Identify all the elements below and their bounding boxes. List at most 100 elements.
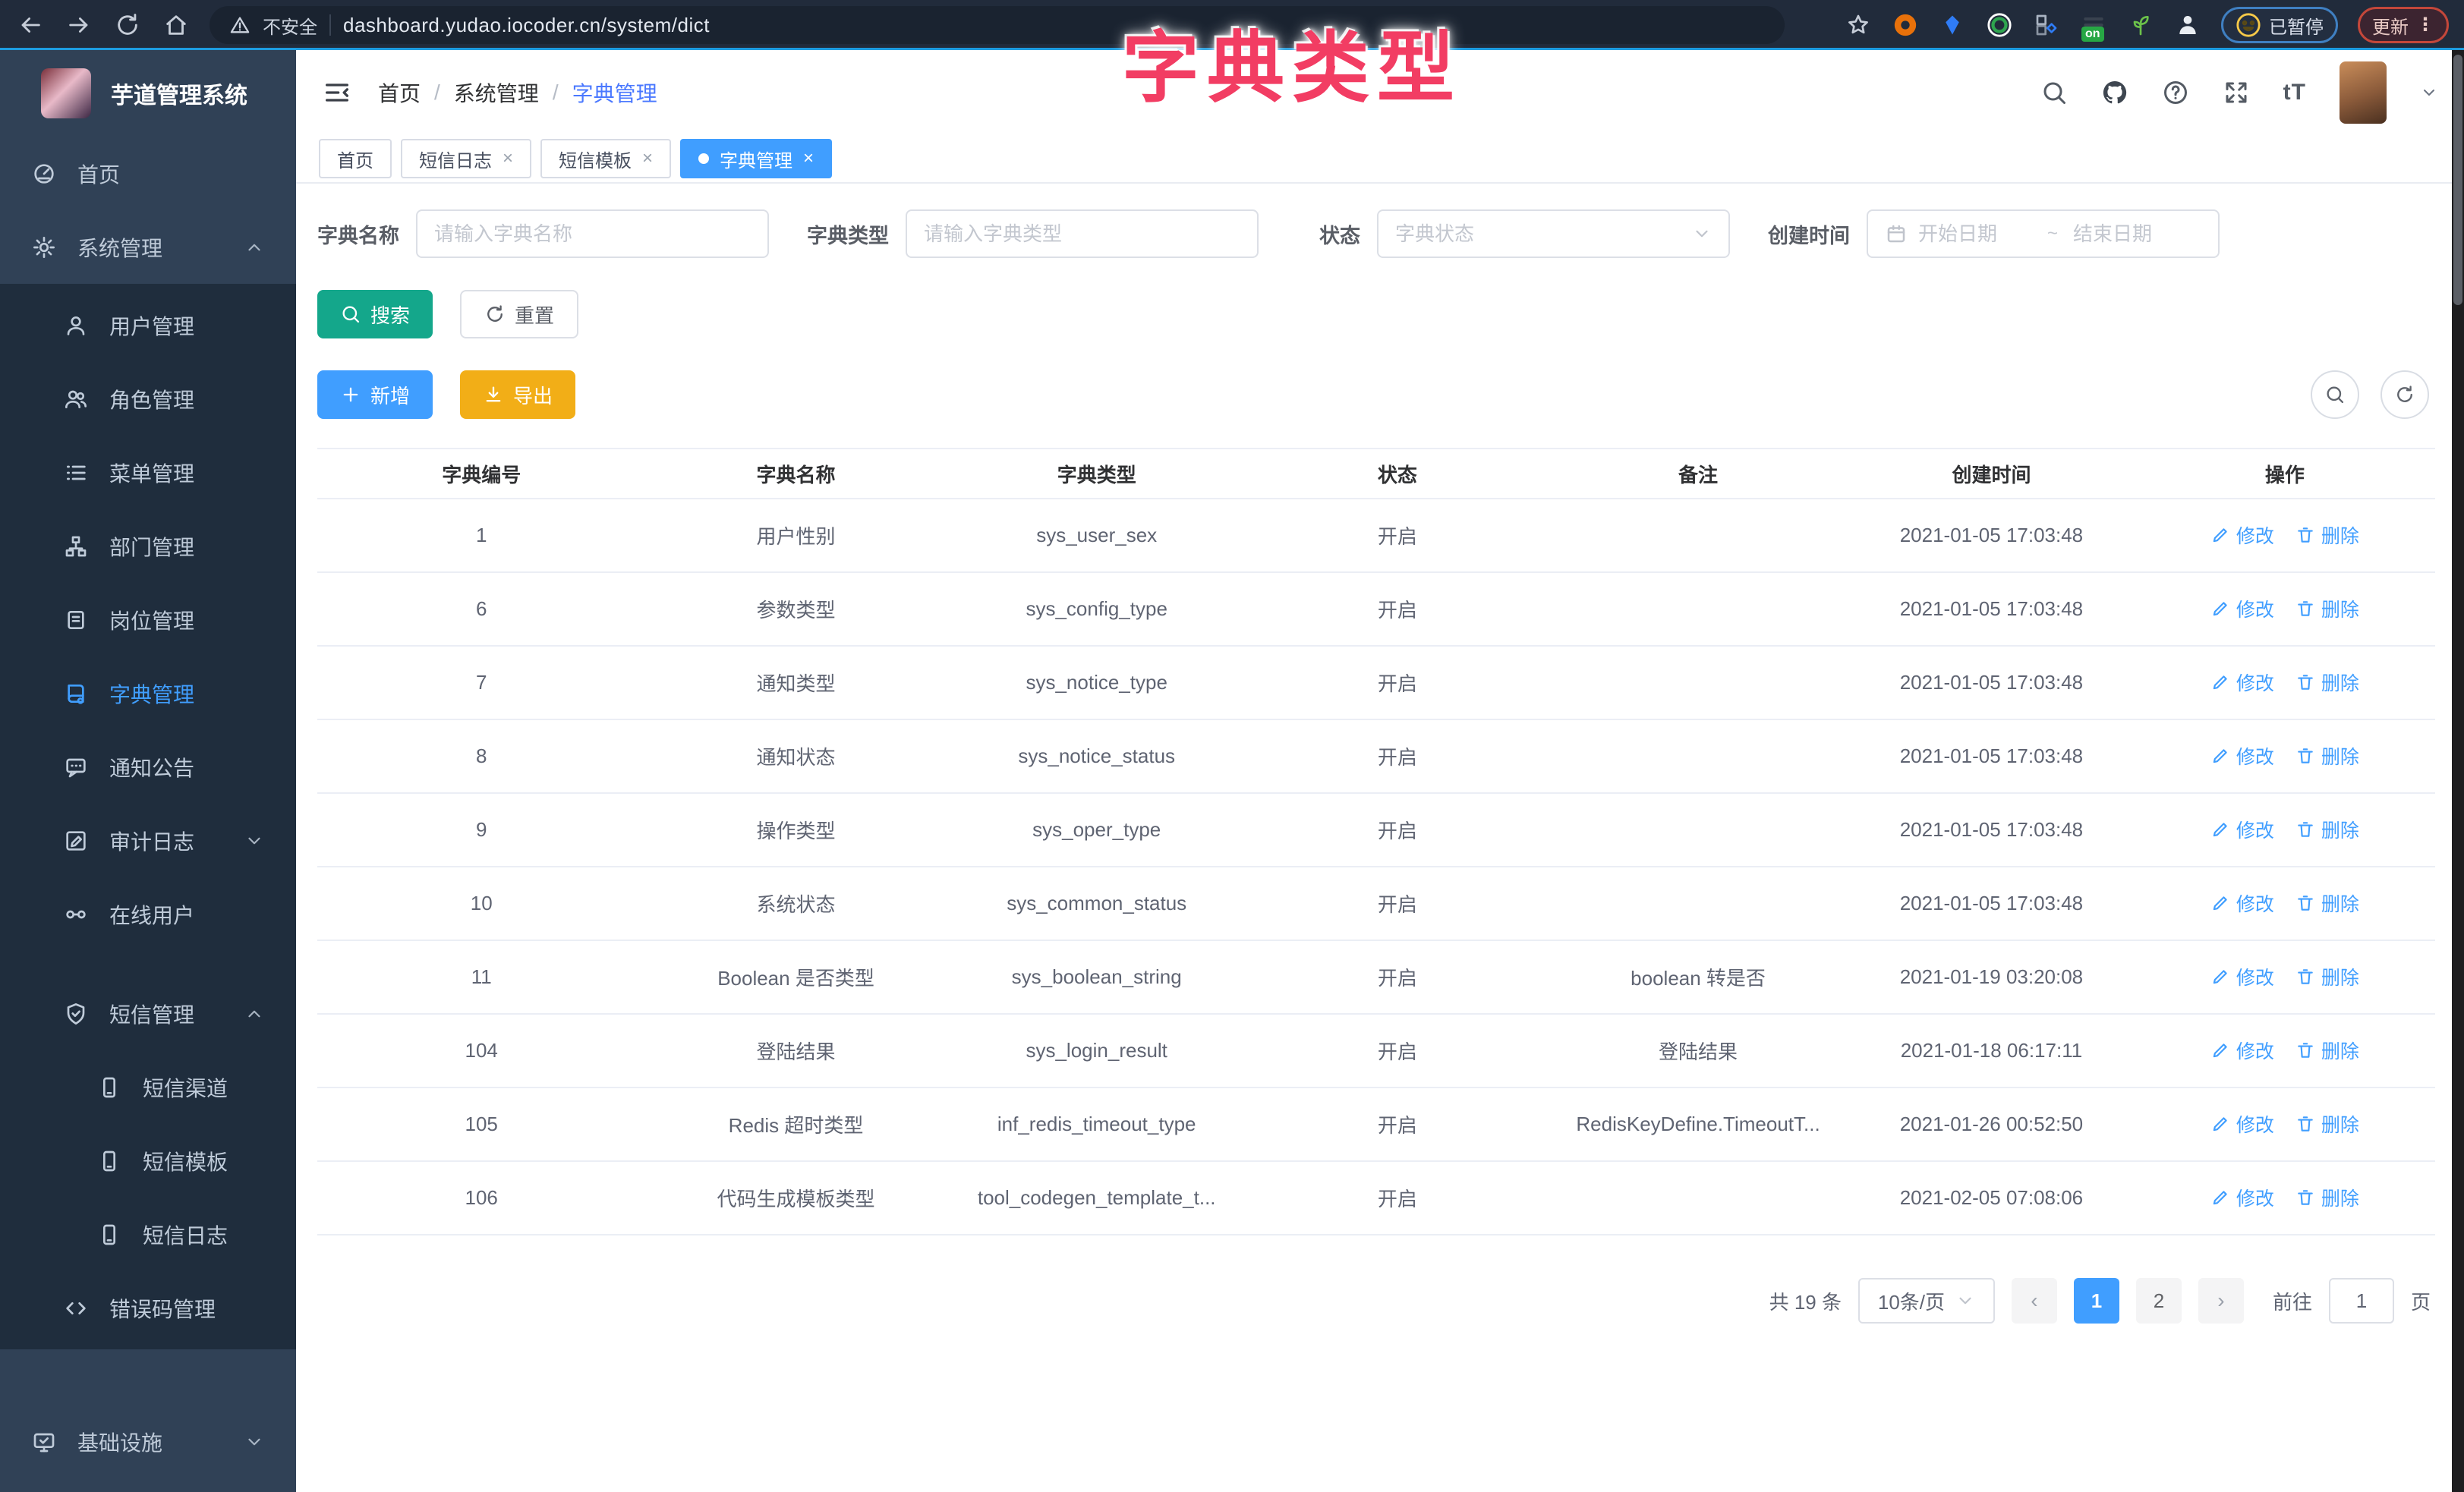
tab-home[interactable]: 首页	[319, 139, 392, 178]
sidebar-item-users[interactable]: 用户管理	[0, 288, 296, 362]
close-icon[interactable]: ×	[503, 150, 513, 168]
sidebar-item-audit-log[interactable]: 审计日志	[0, 804, 296, 877]
delete-link[interactable]: 删除	[2295, 816, 2359, 843]
delete-link[interactable]: 删除	[2295, 521, 2359, 549]
edit-link[interactable]: 修改	[2210, 889, 2274, 917]
tab-dict-active[interactable]: 字典管理 ×	[680, 139, 832, 178]
close-icon[interactable]: ×	[803, 150, 814, 168]
edit-link[interactable]: 修改	[2210, 669, 2274, 696]
user-menu-caret-icon[interactable]	[2420, 83, 2438, 102]
edit-link[interactable]: 修改	[2210, 1184, 2274, 1211]
sidebar-item-menus[interactable]: 菜单管理	[0, 436, 296, 509]
security-label[interactable]: 不安全	[263, 12, 317, 39]
status-select-input[interactable]	[1395, 222, 1681, 246]
sidebar-item-posts[interactable]: 岗位管理	[0, 583, 296, 656]
fullscreen-icon[interactable]	[2223, 79, 2250, 106]
profile-paused-badge[interactable]: 已暂停	[2221, 7, 2338, 43]
sidebar-item-online-users[interactable]: 在线用户	[0, 877, 296, 951]
breadcrumb-system[interactable]: 系统管理	[454, 77, 539, 108]
dict-type-link[interactable]: sys_oper_type	[947, 793, 1247, 867]
sidebar-item-departments[interactable]: 部门管理	[0, 509, 296, 583]
sidebar-item-error-codes[interactable]: 错误码管理	[0, 1271, 296, 1345]
extension-icon-on[interactable]: on	[2080, 11, 2107, 39]
delete-link[interactable]: 删除	[2295, 1184, 2359, 1211]
sidebar-item-dict[interactable]: 字典管理	[0, 656, 296, 730]
dict-type-link[interactable]: sys_notice_status	[947, 719, 1247, 793]
dict-type-link[interactable]: sys_config_type	[947, 572, 1247, 646]
extension-icon-1[interactable]	[1892, 11, 1919, 39]
reload-icon[interactable]	[112, 10, 143, 40]
extension-icon-4[interactable]	[2033, 11, 2060, 39]
delete-link[interactable]: 删除	[2295, 669, 2359, 696]
sidebar-item-system[interactable]: 系统管理	[0, 210, 296, 284]
dict-type-link[interactable]: inf_redis_timeout_type	[947, 1088, 1247, 1161]
dict-type-link[interactable]: sys_common_status	[947, 867, 1247, 940]
extension-icon-5[interactable]	[2127, 11, 2154, 39]
add-button[interactable]: 新增	[317, 370, 433, 419]
scrollbar-thumb[interactable]	[2453, 55, 2462, 305]
date-range-picker[interactable]: ~	[1867, 209, 2220, 258]
url-text[interactable]: dashboard.yudao.iocoder.cn/system/dict	[343, 14, 710, 37]
sidebar-item-sms-channel[interactable]: 短信渠道	[0, 1050, 296, 1124]
sidebar-item-notice[interactable]: 通知公告	[0, 730, 296, 804]
breadcrumb-home[interactable]: 首页	[378, 77, 421, 108]
sidebar-item-roles[interactable]: 角色管理	[0, 362, 296, 436]
font-size-icon[interactable]: tT	[2283, 80, 2306, 105]
address-bar[interactable]: 不安全 dashboard.yudao.iocoder.cn/system/di…	[210, 6, 1785, 44]
help-icon[interactable]	[2162, 79, 2189, 106]
extension-icon-3[interactable]	[1986, 11, 2013, 39]
home-icon[interactable]	[161, 10, 191, 40]
delete-link[interactable]: 删除	[2295, 889, 2359, 917]
start-date-input[interactable]	[1918, 222, 2032, 246]
end-date-input[interactable]	[2073, 222, 2187, 246]
dict-type-link[interactable]: sys_user_sex	[947, 499, 1247, 572]
prev-page-button[interactable]: ‹	[2012, 1278, 2057, 1324]
edit-link[interactable]: 修改	[2210, 963, 2274, 990]
export-button[interactable]: 导出	[460, 370, 575, 419]
goto-page-input[interactable]	[2329, 1278, 2394, 1324]
dict-type-link[interactable]: tool_codegen_template_t...	[947, 1161, 1247, 1235]
reset-button[interactable]: 重置	[460, 290, 578, 338]
dict-type-input[interactable]	[924, 222, 1240, 246]
dict-name-input[interactable]	[434, 222, 751, 246]
browser-menu-icon[interactable]: ⋮	[2416, 16, 2434, 34]
user-avatar[interactable]	[2340, 61, 2387, 124]
sidebar-item-home[interactable]: 首页	[0, 137, 296, 210]
edit-link[interactable]: 修改	[2210, 1110, 2274, 1138]
browser-scrollbar[interactable]	[2452, 50, 2464, 1492]
page-button-1[interactable]: 1	[2074, 1278, 2119, 1324]
collapse-sidebar-icon[interactable]	[322, 77, 352, 108]
edit-link[interactable]: 修改	[2210, 595, 2274, 622]
search-button[interactable]: 搜索	[317, 290, 433, 338]
extension-icon-6[interactable]	[2174, 11, 2201, 39]
back-icon[interactable]	[15, 10, 46, 40]
sidebar-item-sms-log[interactable]: 短信日志	[0, 1198, 296, 1271]
bookmark-star-icon[interactable]	[1845, 11, 1872, 39]
sidebar-item-sms[interactable]: 短信管理	[0, 977, 296, 1050]
dict-type-link[interactable]: sys_login_result	[947, 1014, 1247, 1088]
github-icon[interactable]	[2101, 79, 2128, 106]
tab-sms-template[interactable]: 短信模板 ×	[540, 139, 671, 178]
edit-link[interactable]: 修改	[2210, 521, 2274, 549]
dict-type-link[interactable]: sys_notice_type	[947, 646, 1247, 719]
delete-link[interactable]: 删除	[2295, 1110, 2359, 1138]
status-select[interactable]	[1377, 209, 1730, 258]
edit-link[interactable]: 修改	[2210, 742, 2274, 770]
sidebar-logo[interactable]: 芋道管理系统	[0, 50, 296, 137]
next-page-button[interactable]: ›	[2198, 1278, 2244, 1324]
delete-link[interactable]: 删除	[2295, 595, 2359, 622]
close-icon[interactable]: ×	[642, 150, 653, 168]
page-button-2[interactable]: 2	[2136, 1278, 2182, 1324]
extension-icon-2[interactable]	[1939, 11, 1966, 39]
refresh-table-button[interactable]	[2381, 370, 2429, 419]
page-size-select[interactable]: 10条/页	[1858, 1278, 1995, 1324]
search-icon[interactable]	[2040, 79, 2068, 106]
sidebar-item-infrastructure[interactable]: 基础设施	[0, 1405, 296, 1478]
edit-link[interactable]: 修改	[2210, 1037, 2274, 1064]
tab-sms-log[interactable]: 短信日志 ×	[401, 139, 531, 178]
toggle-search-button[interactable]	[2311, 370, 2359, 419]
dict-type-link[interactable]: sys_boolean_string	[947, 940, 1247, 1014]
edit-link[interactable]: 修改	[2210, 816, 2274, 843]
sidebar-item-sms-template[interactable]: 短信模板	[0, 1124, 296, 1198]
delete-link[interactable]: 删除	[2295, 1037, 2359, 1064]
